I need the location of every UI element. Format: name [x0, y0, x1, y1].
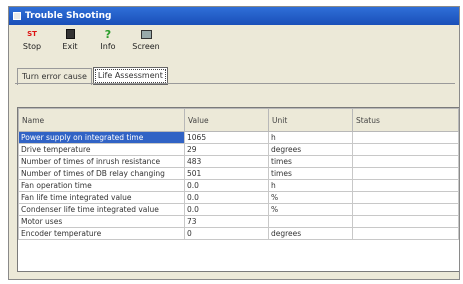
app-icon	[13, 12, 21, 20]
row-status	[352, 131, 459, 144]
row-unit	[268, 215, 353, 228]
column-header-name[interactable]: Name	[18, 108, 185, 132]
row-name: Encoder temperature	[18, 227, 185, 240]
table-row[interactable]: Power supply on integrated time 1065 h	[18, 131, 459, 144]
row-status	[352, 191, 459, 204]
row-name: Motor uses	[18, 215, 185, 228]
row-status	[352, 155, 459, 168]
screen-button[interactable]: Screen	[129, 28, 163, 51]
table-row[interactable]: Fan life time integrated value 0.0 %	[18, 191, 459, 204]
row-value: 0	[184, 227, 269, 240]
info-label: Info	[100, 42, 116, 51]
screen-icon	[139, 28, 153, 40]
row-name: Condenser life time integrated value	[18, 203, 185, 216]
table-row[interactable]: Encoder temperature 0 degrees	[18, 227, 459, 240]
row-name: Drive temperature	[18, 143, 185, 156]
row-name: Number of times of DB relay changing	[18, 167, 185, 180]
exit-label: Exit	[62, 42, 78, 51]
exit-icon	[63, 28, 77, 40]
title-bar: Trouble Shooting	[9, 7, 459, 25]
table-row[interactable]: Drive temperature 29 degrees	[18, 143, 459, 156]
row-unit: h	[268, 131, 353, 144]
row-status	[352, 143, 459, 156]
table-row[interactable]: Fan operation time 0.0 h	[18, 179, 459, 192]
row-value: 0.0	[184, 179, 269, 192]
row-value: 483	[184, 155, 269, 168]
life-assessment-table: Name Value Unit Status Power supply on i…	[18, 108, 459, 240]
row-unit: degrees	[268, 143, 353, 156]
row-value: 0.0	[184, 203, 269, 216]
row-value: 0.0	[184, 191, 269, 204]
row-unit: times	[268, 167, 353, 180]
row-name: Power supply on integrated time	[18, 131, 185, 144]
stop-icon: ST	[27, 29, 37, 38]
column-header-status[interactable]: Status	[352, 108, 459, 132]
row-value: 73	[184, 215, 269, 228]
row-status	[352, 203, 459, 216]
row-name: Fan life time integrated value	[18, 191, 185, 204]
screen-label: Screen	[132, 42, 160, 51]
troubleshooting-window: Trouble Shooting ST Stop Exit ? Info Scr…	[8, 6, 460, 280]
row-name: Number of times of inrush resistance	[18, 155, 185, 168]
row-status	[352, 167, 459, 180]
table-row[interactable]: Number of times of DB relay changing 501…	[18, 167, 459, 180]
stop-button[interactable]: ST Stop	[15, 28, 49, 51]
row-value: 1065	[184, 131, 269, 144]
info-icon: ?	[104, 27, 112, 41]
row-status	[352, 179, 459, 192]
row-name: Fan operation time	[18, 179, 185, 192]
column-header-unit[interactable]: Unit	[268, 108, 353, 132]
table-row[interactable]: Number of times of inrush resistance 483…	[18, 155, 459, 168]
row-unit: %	[268, 203, 353, 216]
table-row[interactable]: Condenser life time integrated value 0.0…	[18, 203, 459, 216]
table-row[interactable]: Motor uses 73	[18, 215, 459, 228]
row-unit: degrees	[268, 227, 353, 240]
row-unit: times	[268, 155, 353, 168]
row-status	[352, 215, 459, 228]
row-unit: h	[268, 179, 353, 192]
row-value: 29	[184, 143, 269, 156]
life-assessment-panel: Name Value Unit Status Power supply on i…	[17, 107, 459, 272]
stop-label: Stop	[22, 42, 42, 51]
toolbar: ST Stop Exit ? Info Screen	[9, 25, 459, 57]
info-button[interactable]: ? Info	[91, 27, 125, 52]
row-unit: %	[268, 191, 353, 204]
exit-button[interactable]: Exit	[53, 28, 87, 51]
row-value: 501	[184, 167, 269, 180]
table-header-row: Name Value Unit Status	[18, 108, 459, 132]
window-title: Trouble Shooting	[25, 11, 112, 21]
tab-divider	[15, 83, 455, 84]
row-status	[352, 227, 459, 240]
column-header-value[interactable]: Value	[184, 108, 269, 132]
